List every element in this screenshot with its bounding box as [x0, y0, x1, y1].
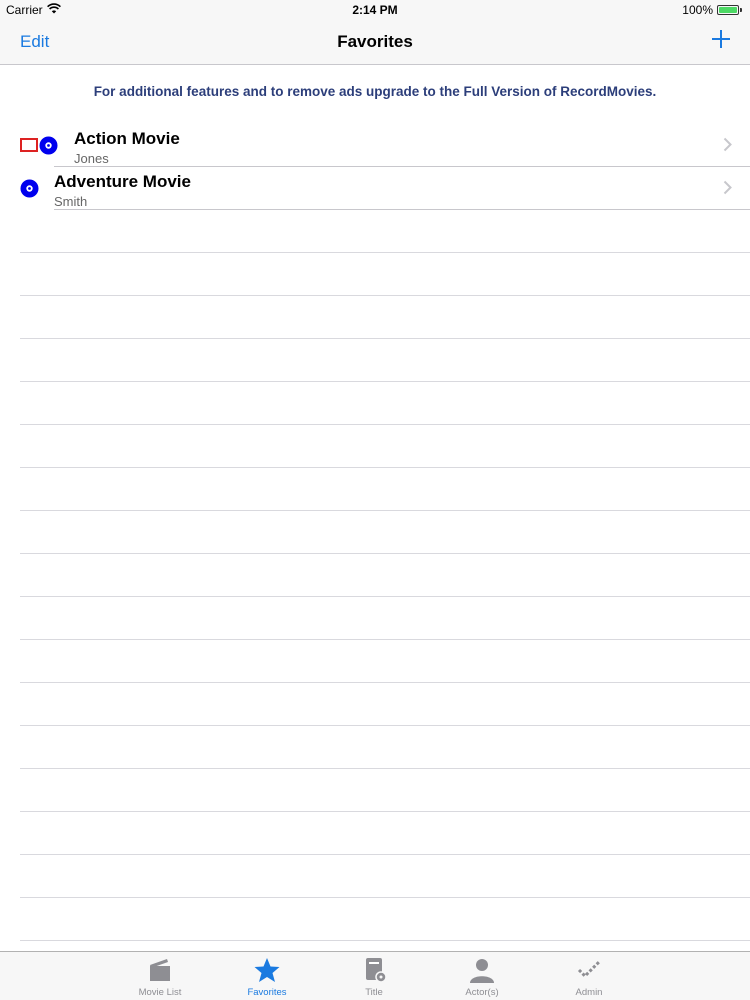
disc-icon: [39, 136, 58, 160]
person-icon: [470, 959, 494, 983]
empty-row: [0, 339, 750, 382]
battery-percent: 100%: [682, 3, 713, 17]
tab-label: Title: [365, 987, 383, 998]
tape-icon: [20, 138, 38, 157]
row-separator: [20, 940, 750, 941]
battery-tip: [740, 8, 742, 12]
tab-bar: Movie List Favorites Title Actor(s) Admi…: [0, 951, 750, 1000]
tab-admin[interactable]: Admin: [549, 952, 629, 1000]
favorites-list: Action Movie Jones Adventure Movie Smith: [0, 124, 750, 941]
empty-rows: [0, 210, 750, 941]
tab-favorites[interactable]: Favorites: [227, 952, 307, 1000]
empty-row: [0, 812, 750, 855]
movie-title: Adventure Movie: [54, 172, 191, 191]
add-button[interactable]: [706, 24, 736, 54]
empty-row: [0, 468, 750, 511]
empty-row: [0, 554, 750, 597]
list-item[interactable]: Adventure Movie Smith: [0, 167, 750, 210]
chevron-right-icon: [723, 137, 732, 157]
empty-row: [0, 683, 750, 726]
disc-icon: [20, 179, 39, 203]
empty-row: [0, 898, 750, 941]
chevron-right-icon: [723, 180, 732, 200]
empty-row: [0, 597, 750, 640]
battery-icon: [717, 5, 739, 15]
plus-icon: [712, 30, 730, 48]
empty-row: [0, 382, 750, 425]
book-icon: [366, 958, 387, 983]
empty-row: [0, 769, 750, 812]
movie-title: Action Movie: [74, 129, 180, 148]
empty-row: [0, 726, 750, 769]
empty-row: [0, 855, 750, 898]
movie-actor: Smith: [54, 194, 88, 209]
tab-movie-list[interactable]: Movie List: [120, 952, 200, 1000]
status-bar: Carrier 2:14 PM 100%: [0, 0, 750, 20]
page-title: Favorites: [337, 32, 413, 51]
star-icon: [254, 958, 280, 982]
empty-row: [0, 640, 750, 683]
tab-label: Favorites: [247, 987, 287, 998]
empty-row: [0, 253, 750, 296]
tab-label: Movie List: [138, 987, 182, 998]
clapperboard-icon: [150, 959, 170, 981]
empty-row: [0, 296, 750, 339]
tab-title[interactable]: Title: [334, 952, 414, 1000]
screen: Carrier 2:14 PM 100% Edit Favorites For …: [0, 0, 750, 1000]
status-right: 100%: [682, 3, 742, 17]
movie-actor: Jones: [74, 151, 109, 166]
tab-label: Actor(s): [465, 987, 499, 998]
upgrade-banner[interactable]: For additional features and to remove ad…: [0, 84, 750, 99]
empty-row: [0, 425, 750, 468]
tab-actors[interactable]: Actor(s): [442, 952, 522, 1000]
status-time: 2:14 PM: [352, 3, 398, 17]
empty-row: [0, 210, 750, 253]
tab-label: Admin: [575, 987, 603, 998]
list-item[interactable]: Action Movie Jones: [0, 124, 750, 167]
checkmark-icon: [577, 960, 601, 979]
navigation-bar: Edit Favorites: [0, 20, 750, 65]
empty-row: [0, 511, 750, 554]
